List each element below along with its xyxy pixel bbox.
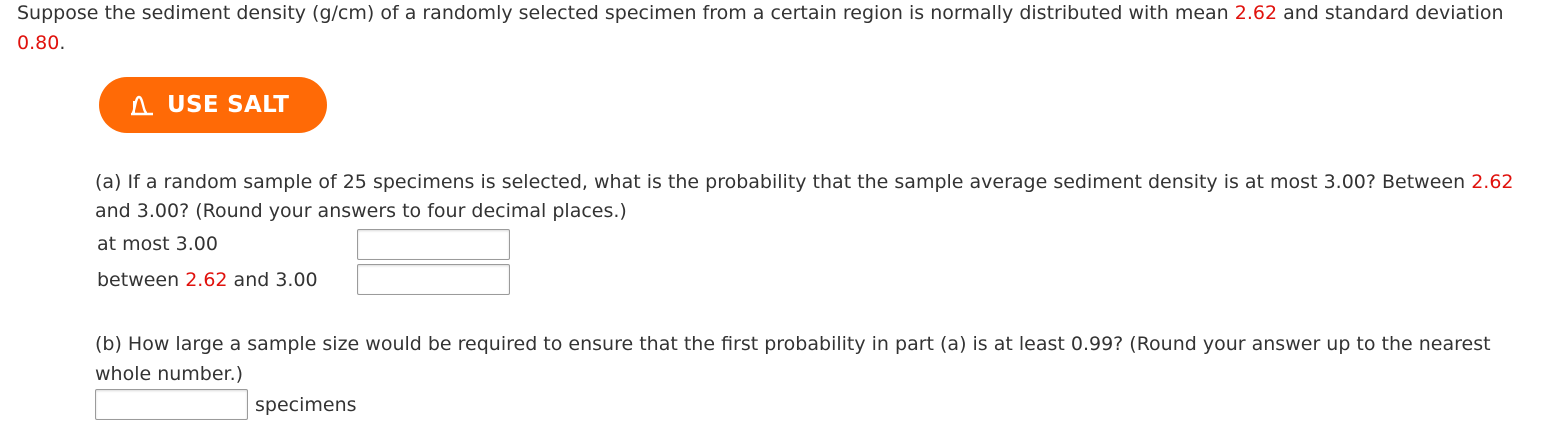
intro-text-sd: and standard deviation [1277,2,1504,24]
intro-period: . [59,32,66,54]
at-most-label: at most 3.00 [97,233,218,255]
part-a-question-line-1: (a) If a random sample of 25 specimens i… [95,170,1514,194]
between-answer-input[interactable] [357,264,510,295]
use-salt-label: USE SALT [167,92,290,118]
between-label: between 2.62 and 3.00 [97,268,318,292]
part-b-question-line-1: (b) How large a sample size would be req… [95,333,1491,355]
sample-size-answer-input[interactable] [95,389,248,420]
part-b-question-line-2: whole number.) [95,363,244,385]
between-text-end: and 3.00 [227,269,318,291]
between-red-value: 2.62 [185,269,228,291]
part-a-text: (a) If a random sample of 25 specimens i… [95,171,1472,193]
sd-value: 0.80 [17,32,60,54]
intro-line-1: Suppose the sediment density (g/cm) of a… [17,1,1504,25]
part-a-question-line-2: and 3.00? (Round your answers to four de… [95,200,627,222]
use-salt-button[interactable]: USE SALT [99,77,327,133]
intro-text: Suppose the sediment density (g/cm) of a… [17,2,1235,24]
intro-line-2: 0.80. [17,31,65,55]
between-text: between [97,269,186,291]
mean-value: 2.62 [1234,2,1278,24]
at-most-answer-input[interactable] [357,229,510,260]
part-a-red-value: 2.62 [1471,171,1514,193]
specimens-unit-label: specimens [255,394,357,416]
salt-logo-icon [131,95,153,116]
